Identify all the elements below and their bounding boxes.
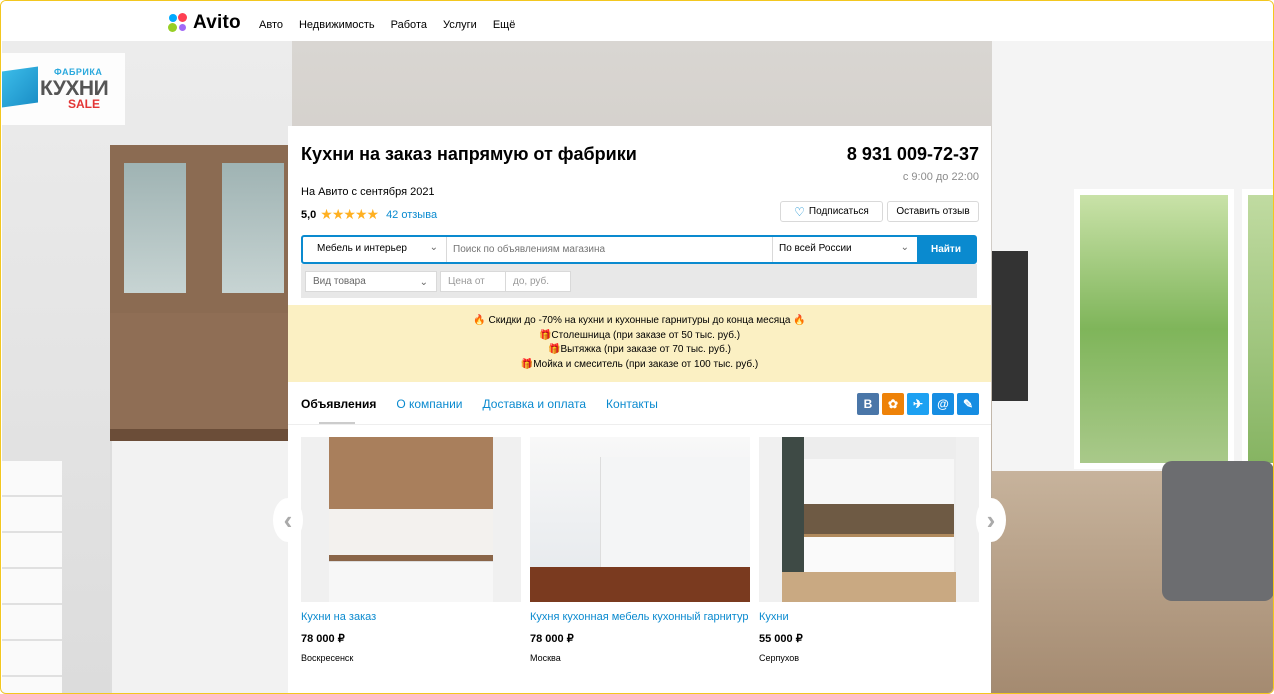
divider [288,424,991,425]
search-bar: Мебель и интерьер ⌄ По всей России ⌄ Най… [301,235,977,264]
price-from-input[interactable]: Цена от [440,271,506,292]
top-navigation: Avito Авто Недвижимость Работа Услуги Ещ… [1,1,1273,41]
subscribe-button[interactable]: ♡ Подписаться [780,201,883,222]
nav-link-services[interactable]: Услуги [443,19,477,31]
price-to-input[interactable]: до, руб. [505,271,571,292]
listing-card[interactable]: Кухни 55 000 ₽ Серпухов [759,437,979,663]
shop-since: На Авито с сентября 2021 [301,186,435,198]
promo-line: 🎁Столешница (при заказе от 50 тыс. руб.) [538,329,741,341]
mail-icon[interactable]: @ [932,393,954,415]
tab-listings[interactable]: Объявления [301,397,376,411]
search-button[interactable]: Найти [917,237,975,262]
listing-card[interactable]: Кухня кухонная мебель кухонный гарнитур … [530,437,750,663]
listing-card[interactable]: Кухни на заказ 78 000 ₽ Воскресенск [301,437,521,663]
listing-location: Москва [530,653,561,663]
vk-glyph: В [863,397,873,411]
twitter-icon[interactable]: ✈ [907,393,929,415]
listing-title[interactable]: Кухни [759,609,979,626]
nav-link-realty[interactable]: Недвижимость [299,19,375,31]
listing-title[interactable]: Кухни на заказ [301,609,521,626]
listing-image[interactable] [301,437,521,602]
nav-link-jobs[interactable]: Работа [391,19,427,31]
listing-image[interactable] [759,437,979,602]
listing-title[interactable]: Кухня кухонная мебель кухонный гарнитур [530,609,750,626]
search-input[interactable] [447,237,772,262]
carousel-next-arrow-icon[interactable]: › [976,498,1006,542]
mail-glyph: @ [937,397,949,411]
product-kind-value: Вид товара [313,276,366,287]
vk-icon[interactable]: В [857,393,879,415]
social-share: В ✿ ✈ @ ✎ [857,393,979,415]
odnoklassniki-icon[interactable]: ✿ [882,393,904,415]
shop-title: Кухни на заказ напрямую от фабрики [301,144,637,164]
reviews-link[interactable]: 42 отзыва [386,209,437,221]
promo-line: 🎁Вытяжка (при заказе от 70 тыс. руб.) [548,344,731,355]
shop-tabs: Объявления О компании Доставка и оплата … [301,397,658,411]
brand-line-1: ФАБРИКА [54,67,103,77]
nav-link-more[interactable]: Ещё [493,19,516,31]
listing-price: 78 000 ₽ [301,633,345,645]
filters-bar: Вид товара ⌄ Цена от до, руб. [301,264,977,298]
chevron-down-icon: ⌄ [419,277,428,288]
avito-logo[interactable]: Avito [168,12,241,34]
product-kind-select[interactable]: Вид товара ⌄ [305,271,437,292]
rating-score: 5,0 [301,208,317,221]
carousel-prev-arrow-icon[interactable]: ‹ [273,498,303,542]
region-select[interactable]: По всей России ⌄ [772,237,917,262]
shop-rating: 5,0 ★★★★★ 42 отзыва [301,206,437,223]
promo-banner: 🔥 Скидки до -70% на кухни и кухонные гар… [288,305,991,382]
nav-links: Авто Недвижимость Работа Услуги Ещё [259,19,515,31]
category-select[interactable]: Мебель и интерьер ⌄ [303,237,447,262]
listing-image[interactable] [530,437,750,602]
listing-location: Серпухов [759,653,800,663]
shop-hours: с 9:00 до 22:00 [902,171,979,183]
heart-icon: ♡ [794,204,805,219]
category-value: Мебель и интерьер [317,243,407,254]
cube-icon [2,66,38,108]
tab-contacts[interactable]: Контакты [606,397,658,411]
listing-price: 78 000 ₽ [530,633,574,645]
leave-review-label: Оставить отзыв [896,206,970,217]
browser-frame: Avito Авто Недвижимость Работа Услуги Ещ… [0,0,1274,694]
listing-price: 55 000 ₽ [759,633,803,645]
avito-logo-icon [168,13,188,33]
chevron-down-icon: ⌄ [900,242,909,253]
subscribe-label: Подписаться [808,206,869,217]
tab-delivery[interactable]: Доставка и оплата [483,397,587,411]
logo-text: Avito [193,12,241,33]
leave-review-button[interactable]: Оставить отзыв [887,201,979,222]
shop-panel: Кухни на заказ напрямую от фабрики 8 931… [288,126,991,693]
promo-line: 🔥 Скидки до -70% на кухни и кухонные гар… [473,315,806,326]
chevron-down-icon: ⌄ [429,242,438,253]
promo-line: 🎁Мойка и смеситель (при заказе от 100 ты… [520,358,759,370]
shop-phone[interactable]: 8 931 009-72-37 [847,144,979,165]
shop-brand-logo: ФАБРИКА КУХНИ SALE [2,53,125,125]
rating-stars-icon: ★★★★★ [320,206,379,222]
region-value: По всей России [779,243,852,254]
tab-about[interactable]: О компании [396,397,462,411]
more-share-icon[interactable]: ✎ [957,393,979,415]
brand-line-3: SALE [68,97,101,111]
nav-link-auto[interactable]: Авто [259,19,283,31]
listing-location: Воскресенск [301,653,354,663]
